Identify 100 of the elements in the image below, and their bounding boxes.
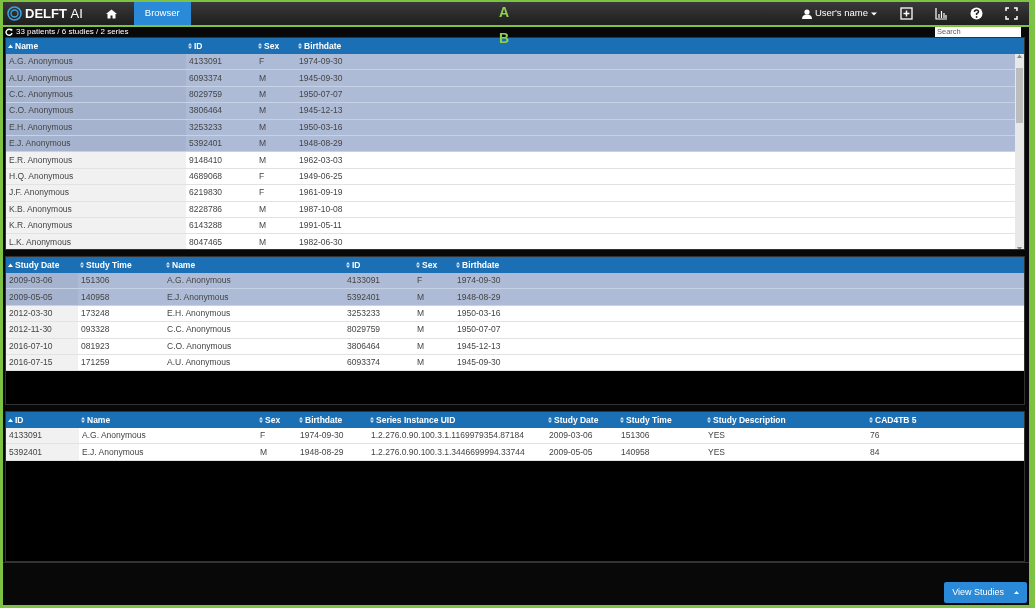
table-cell-text: 1945-09-30: [456, 356, 502, 370]
table-cell-text: E.H. Anonymous: [166, 307, 232, 321]
table-cell-text: 1962-03-03: [298, 153, 344, 167]
table-row[interactable]: 4133091 A.G. Anonymous F 1974-09-30 1.2.276.0.90.100.3.1.1169979354.87184 2009-03-06 151306 YES 76: [6, 428, 1024, 445]
table-row[interactable]: 2009-05-05 140958 E.J. Anonymous 5392401 M 1948-08-29: [6, 289, 1024, 306]
table-cell-text: 3253233: [346, 307, 382, 321]
column-header[interactable]: Sex: [257, 412, 297, 428]
table-cell-text: 1945-12-13: [456, 339, 502, 353]
table-cell-text: F: [258, 186, 266, 200]
column-header[interactable]: Study Time: [78, 257, 164, 273]
column-header[interactable]: ID: [186, 38, 256, 54]
table-row[interactable]: 2012-11-30 093328 C.C. Anonymous 8029759 M 1950-07-07: [6, 322, 1024, 339]
home-icon: [105, 8, 117, 19]
table-cell: C.O. Anonymous: [6, 103, 186, 119]
table-cell-text: E.J. Anonymous: [81, 445, 145, 459]
table-cell: 2012-11-30: [6, 322, 78, 338]
column-header[interactable]: Series Instance UID: [368, 412, 546, 428]
table-row[interactable]: A.G. Anonymous 4133091 F 1974-09-30: [6, 54, 1015, 71]
table-cell-text: 1948-08-29: [299, 445, 345, 459]
table-cell-text: M: [258, 104, 268, 118]
help-icon: [970, 7, 983, 20]
column-header[interactable]: ID: [344, 257, 414, 273]
table-row[interactable]: A.U. Anonymous 6093374 M 1945-09-30: [6, 70, 1015, 87]
table-row[interactable]: 2009-03-06 151306 A.G. Anonymous 4133091 F 1974-09-30: [6, 273, 1024, 290]
column-header[interactable]: Name: [164, 257, 344, 273]
table-cell-text: 1982-06-30: [298, 235, 344, 249]
scrollbar-thumb[interactable]: [1016, 68, 1023, 123]
table-cell: A.U. Anonymous: [6, 70, 186, 86]
table-cell-text: 2009-03-06: [548, 429, 594, 443]
table-cell-text: YES: [707, 445, 726, 459]
table-cell-text: 1950-07-07: [456, 323, 502, 337]
caret-up-icon: [1014, 590, 1019, 594]
view-studies-button[interactable]: View Studies: [944, 581, 1027, 603]
table-cell-text: 1974-09-30: [298, 55, 344, 69]
table-cell-text: 1961-09-19: [298, 186, 344, 200]
table-cell-text: 1.2.276.0.90.100.3.1.1169979354.87184: [370, 429, 525, 443]
table-cell-text: 6093374: [188, 71, 224, 85]
table-cell-text: 5392401: [346, 290, 382, 304]
table-cell-text: 1950-03-16: [298, 120, 344, 134]
table-cell-text: F: [259, 429, 267, 443]
table-row[interactable]: J.F. Anonymous 6219830 F 1961-09-19: [6, 185, 1015, 202]
column-header[interactable]: Study Time: [618, 412, 705, 428]
table-row[interactable]: E.R. Anonymous 9148410 M 1962-03-03: [6, 152, 1015, 169]
table-cell-text: 76: [869, 429, 881, 443]
column-header[interactable]: Study Date: [546, 412, 618, 428]
table-cell-text: M: [259, 445, 269, 459]
table-cell-text: 171259: [80, 356, 111, 370]
user-icon: [801, 8, 812, 19]
table-cell-text: M: [258, 120, 268, 134]
column-header[interactable]: Name: [6, 38, 186, 54]
table-cell: A.G. Anonymous: [6, 54, 186, 70]
column-header[interactable]: Sex: [414, 257, 454, 273]
user-menu[interactable]: User's name: [789, 2, 889, 25]
table-cell-text: 1950-07-07: [298, 88, 344, 102]
table-cell-text: M: [416, 323, 426, 337]
column-header[interactable]: ID: [6, 412, 79, 428]
table-cell-text: 3806464: [346, 339, 382, 353]
table-row[interactable]: 5392401 E.J. Anonymous M 1948-08-29 1.2.276.0.90.100.3.1.3446699994.33744 2009-05-05 140958 YES 84: [6, 444, 1024, 461]
table-cell-text: F: [258, 170, 266, 184]
status-text: 33 patients / 6 studies / 2 series: [16, 27, 129, 37]
plus-box-icon: [900, 7, 913, 20]
table-cell-text: 1949-06-25: [298, 170, 344, 184]
table-cell-text: 1950-03-16: [456, 307, 502, 321]
table-cell-text: 4689068: [188, 170, 224, 184]
table-cell-text: 1945-09-30: [298, 71, 344, 85]
browser-tab[interactable]: Browser: [133, 2, 191, 25]
column-header[interactable]: Sex: [256, 38, 296, 54]
bar-chart-icon: [935, 7, 948, 20]
scrollbar[interactable]: [1015, 54, 1024, 249]
table-cell-text: 6219830: [188, 186, 224, 200]
table-cell-text: 1.2.276.0.90.100.3.1.3446699994.33744: [370, 445, 526, 459]
logo-icon: [7, 6, 22, 21]
scroll-down-icon: [1017, 246, 1022, 249]
table-cell-text: F: [416, 274, 424, 288]
table-cell-text: C.O. Anonymous: [166, 339, 233, 353]
table-row[interactable]: L.K. Anonymous 8047465 M 1982-06-30: [6, 234, 1015, 249]
table-cell-text: 1987-10-08: [298, 202, 344, 216]
table-cell-text: 151306: [620, 429, 651, 443]
column-header[interactable]: Birthdate: [454, 257, 1024, 273]
column-header[interactable]: Birthdate: [297, 412, 368, 428]
table-cell-text: 8029759: [346, 323, 382, 337]
table-cell-text: 140958: [80, 290, 111, 304]
table-cell: 2009-03-06: [6, 273, 78, 289]
table-cell-text: 3806464: [188, 104, 224, 118]
column-header[interactable]: Name: [79, 412, 257, 428]
column-header[interactable]: Study Date: [6, 257, 78, 273]
table-cell-text: M: [416, 356, 426, 370]
table-cell: 2009-05-05: [6, 289, 78, 305]
annotation-label: A: [499, 5, 510, 19]
table-cell-text: F: [258, 55, 266, 69]
table-row[interactable]: C.O. Anonymous 3806464 M 1945-12-13: [6, 103, 1015, 120]
table-cell-text: 8228786: [188, 202, 224, 216]
table-cell-text: 1945-12-13: [298, 104, 344, 118]
column-header[interactable]: Study Description: [705, 412, 867, 428]
table-cell-text: 151306: [80, 274, 111, 288]
table-cell-text: 3253233: [188, 120, 224, 134]
caret-icon: [871, 11, 877, 16]
column-header[interactable]: CAD4TB 5: [867, 412, 1024, 428]
table-cell-text: M: [258, 88, 268, 102]
table-cell-text: 1948-08-29: [456, 290, 502, 304]
